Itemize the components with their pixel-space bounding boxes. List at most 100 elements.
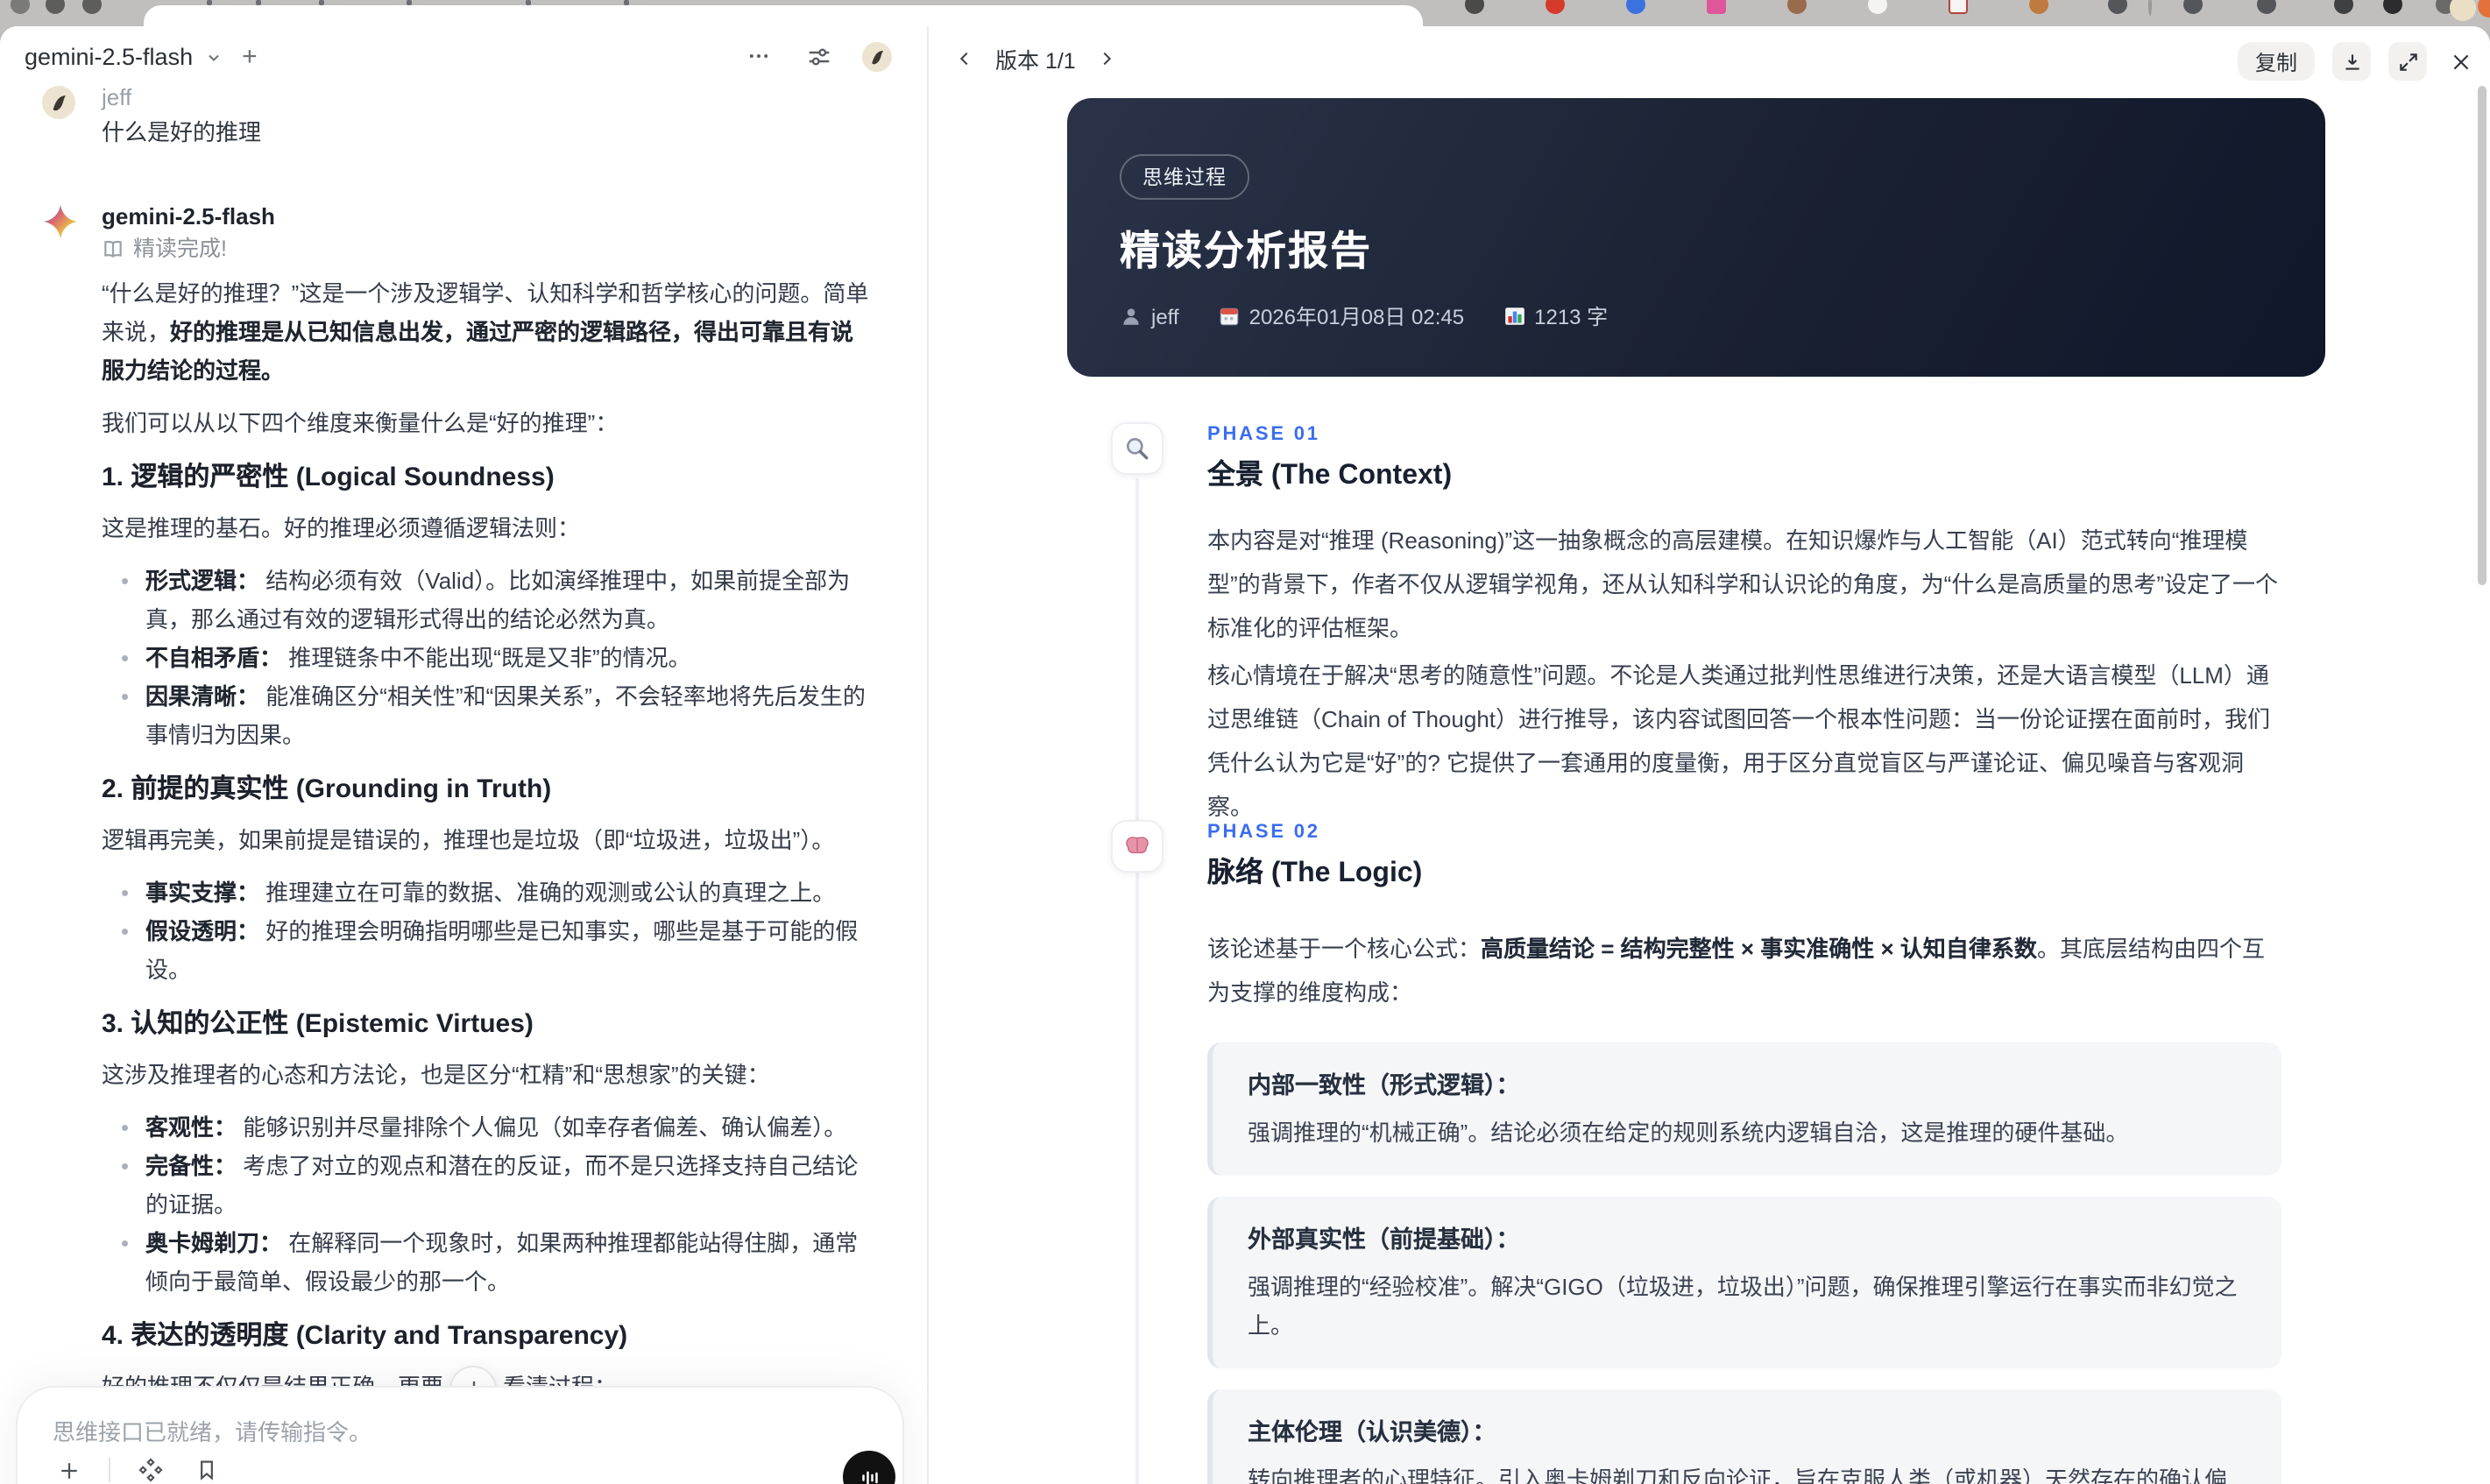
list-item: 完备性： 考虑了对立的观点和潜在的反证，而不是只选择支持自己结论的证据。 bbox=[121, 1148, 874, 1225]
phase2-label: PHASE 02 bbox=[1207, 822, 1320, 843]
prev-version-icon[interactable] bbox=[948, 42, 980, 74]
logic-card-body: 强调推理的“机械正确”。结论必须在给定的规则系统内逻辑自洽，这是推理的硬件基础。 bbox=[1248, 1120, 2129, 1146]
browser-extension-icon[interactable] bbox=[1465, 0, 1484, 14]
assistant-status-text: 精读完成! bbox=[133, 237, 227, 261]
list-item: 事实支撑： 推理建立在可靠的数据、准确的观测或公认的真理之上。 bbox=[121, 874, 874, 913]
browser-extension-icon[interactable] bbox=[1868, 0, 1887, 14]
section-heading: 2. 前提的真实性 (Grounding in Truth) bbox=[102, 774, 552, 804]
chat-panel: gemini-2.5-flash + jeff 什么是好的推理 gemini-2… bbox=[0, 26, 929, 1484]
composer-placeholder[interactable]: 思维接口已就绪，请传输指令。 bbox=[53, 1414, 371, 1447]
browser-extension-icon[interactable] bbox=[2257, 0, 2276, 14]
tab-ui-fragment bbox=[526, 0, 531, 5]
gemini-star-icon bbox=[42, 203, 102, 1484]
browser-extension-icon[interactable] bbox=[1707, 0, 1726, 14]
composer-divider bbox=[109, 1458, 110, 1482]
settings-tune-icon[interactable] bbox=[803, 40, 834, 72]
phase1-paragraph-1: 本内容是对“推理 (Reasoning)”这一抽象概念的高层建模。在知识爆炸与人… bbox=[1207, 527, 2278, 641]
logic-card-body: 强调推理的“经验校准”。解决“GIGO（垃圾进，垃圾出）”问题，确保推理引擎运行… bbox=[1248, 1274, 2238, 1339]
logic-card-title: 内部一致性（形式逻辑）： bbox=[1248, 1072, 1520, 1099]
section-heading: 4. 表达的透明度 (Clarity and Transparency) bbox=[102, 1321, 628, 1351]
expand-icon[interactable] bbox=[2388, 42, 2427, 81]
user-message-avatar bbox=[42, 86, 75, 119]
bullet-list: 形式逻辑： 结构必须有效（Valid）。比如演绎推理中，如果前提全部为真，那么通… bbox=[102, 562, 874, 755]
magnifier-icon bbox=[1127, 438, 1149, 460]
browser-extension-icon[interactable] bbox=[2450, 0, 2476, 21]
tools-diamonds-icon[interactable] bbox=[135, 1454, 166, 1484]
assistant-message: gemini-2.5-flash 精读完成! “什么是好的推理？”这是一个涉及逻… bbox=[42, 201, 874, 1484]
user-name: jeff bbox=[102, 84, 132, 110]
phase2-title: 脉络 (The Logic) bbox=[1207, 859, 1423, 888]
browser-extension-icon[interactable] bbox=[2029, 0, 2048, 14]
close-icon[interactable] bbox=[2444, 46, 2476, 77]
copy-button[interactable]: 复制 bbox=[2237, 42, 2315, 81]
assistant-message-body: “什么是好的推理？”这是一个涉及逻辑学、认知科学和哲学核心的问题。简单来说，好的… bbox=[102, 275, 874, 1484]
browser-extension-icon[interactable] bbox=[11, 0, 30, 14]
phase1-icon-box bbox=[1111, 422, 1164, 475]
browser-extension-icon[interactable] bbox=[2334, 0, 2353, 14]
artifact-actions: 复制 bbox=[2237, 42, 2476, 81]
person-icon bbox=[1123, 308, 1139, 325]
bookmark-icon[interactable] bbox=[191, 1454, 223, 1484]
browser-extension-icon[interactable] bbox=[1626, 0, 1645, 14]
section-heading: 3. 认知的公正性 (Epistemic Virtues) bbox=[102, 1009, 534, 1039]
report-meta: jeff 2026年01月08日 02:45 1213 字 bbox=[1120, 301, 2273, 331]
tab-ui-fragment bbox=[256, 0, 261, 5]
version-navigator: 版本 1/1 bbox=[948, 39, 1123, 77]
logic-card-title: 外部真实性（前提基础）： bbox=[1248, 1226, 1520, 1253]
chat-message-list[interactable]: jeff 什么是好的推理 gemini-2.5-flash 精读完成! “什么是… bbox=[0, 79, 927, 1484]
list-item: 客观性： 能够识别并尽量排除个人偏见（如幸存者偏差、确认偏差）。 bbox=[121, 1109, 874, 1148]
logic-card-title: 主体伦理（认识美德）： bbox=[1248, 1419, 1496, 1445]
paragraph: 这涉及推理者的心态和方法论，也是区分“杠精”和“思想家”的关键： bbox=[102, 1062, 770, 1088]
tab-ui-fragment bbox=[407, 0, 412, 5]
screen: gemini-2.5-flash + jeff 什么是好的推理 gemini-2… bbox=[0, 0, 2490, 1484]
more-options-icon[interactable] bbox=[743, 40, 775, 72]
report-hero-card: 思维过程 精读分析报告 jeff 2026年01月08日 02:45 1213 … bbox=[1067, 98, 2325, 377]
browser-extension-icon[interactable] bbox=[1949, 0, 1968, 14]
browser-extension-icon[interactable] bbox=[46, 0, 65, 14]
version-label: 版本 1/1 bbox=[995, 48, 1076, 73]
phase-connector-line bbox=[1135, 478, 1139, 1484]
browser-tab[interactable] bbox=[144, 5, 1423, 26]
bullet-list: 事实支撑： 推理建立在可靠的数据、准确的观测或公认的真理之上。 假设透明： 好的… bbox=[102, 874, 874, 990]
logic-card-body: 转向推理者的心理特征。引入奥卡姆剃刀和反向论证，旨在克服人类（或机器）天然存在的… bbox=[1248, 1466, 2228, 1484]
tab-ui-fragment bbox=[319, 0, 324, 5]
assistant-name: gemini-2.5-flash bbox=[102, 203, 275, 230]
paragraph: “什么是好的推理？”这是一个涉及逻辑学、认知科学和哲学核心的问题。简单来说，好的… bbox=[102, 280, 869, 384]
paragraph: 逻辑再完美，如果前提是错误的，推理也是垃圾（即“垃圾进，垃圾出”）。 bbox=[102, 827, 835, 853]
phase2-icon-box bbox=[1111, 820, 1164, 873]
browser-extension-icon[interactable] bbox=[2108, 0, 2127, 14]
open-book-icon bbox=[102, 237, 124, 260]
artifact-panel: 版本 1/1 复制 思维过程 精读分析报告 jeff 2026年01月08日 0… bbox=[930, 26, 2490, 1484]
voice-input-button[interactable] bbox=[843, 1451, 895, 1484]
next-version-icon[interactable] bbox=[1092, 42, 1123, 74]
browser-extension-icon[interactable] bbox=[1787, 0, 1807, 14]
browser-extension-icon[interactable] bbox=[1546, 0, 1565, 14]
browser-extension-icon[interactable] bbox=[2183, 0, 2203, 14]
user-avatar[interactable] bbox=[862, 41, 892, 71]
download-icon[interactable] bbox=[2332, 42, 2371, 81]
model-selector[interactable]: gemini-2.5-flash + bbox=[25, 42, 258, 72]
message-composer[interactable]: 思维接口已就绪，请传输指令。 bbox=[16, 1386, 904, 1484]
assistant-status: 精读完成! bbox=[102, 233, 874, 265]
scrollbar-thumb[interactable] bbox=[2478, 86, 2486, 585]
list-item: 奥卡姆剃刀： 在解释同一个现象时，如果两种推理都能站得住脚，通常倾向于最简单、假… bbox=[121, 1225, 874, 1302]
phase2-formula-paragraph: 该论述基于一个核心公式：高质量结论 = 结构完整性 × 事实准确性 × 认知自律… bbox=[1207, 936, 2265, 1006]
bar-chart-icon bbox=[1504, 307, 1524, 325]
phase1-paragraph-2: 核心情境在于解决“思考的随意性”问题。不论是人类通过批判性思维进行决策，还是大语… bbox=[1207, 662, 2271, 820]
attach-plus-icon[interactable] bbox=[53, 1454, 84, 1484]
list-item: 假设透明： 好的推理会明确指明哪些是已知事实，哪些是基于可能的假设。 bbox=[121, 913, 874, 990]
report-badge: 思维过程 bbox=[1120, 154, 1249, 200]
new-chat-button[interactable]: + bbox=[242, 42, 258, 72]
browser-extension-icon[interactable] bbox=[82, 0, 102, 14]
browser-extension-icon[interactable] bbox=[2478, 0, 2490, 18]
report-title: 精读分析报告 bbox=[1120, 228, 1372, 273]
report-datetime: 2026年01月08日 02:45 bbox=[1218, 301, 1464, 331]
user-message: jeff 什么是好的推理 bbox=[42, 82, 874, 152]
phase1-label: PHASE 01 bbox=[1207, 424, 1320, 445]
browser-extension-icon[interactable] bbox=[2148, 0, 2152, 16]
report-author: jeff bbox=[1120, 304, 1179, 329]
tab-ui-fragment bbox=[207, 0, 212, 5]
browser-extension-icon[interactable] bbox=[2383, 0, 2402, 14]
list-item: 因果清晰： 能准确区分“相关性”和“因果关系”，不会轻率地将先后发生的事情归为因… bbox=[121, 678, 874, 755]
chevron-down-icon[interactable] bbox=[203, 46, 224, 67]
